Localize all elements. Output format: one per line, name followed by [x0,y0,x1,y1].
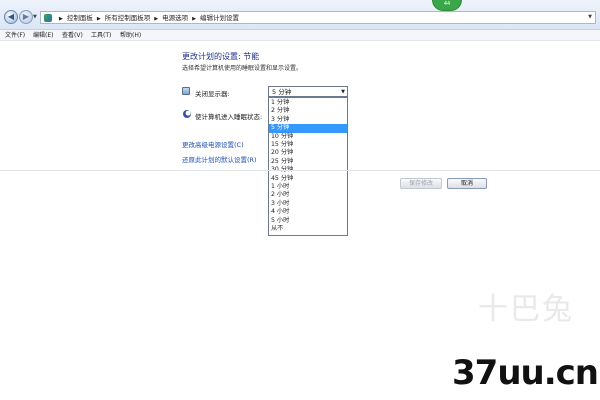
display-off-selected-value: 5 分钟 [272,88,292,96]
main-content: 更改计划的设置: 节能 选择希望计算机使用的睡眠设置和显示设置。 关闭显示器: … [0,41,600,400]
chevron-down-icon[interactable]: ▼ [341,89,345,95]
breadcrumb-separator[interactable]: ▶ [154,16,158,22]
menu-tools[interactable]: 工具(T) [91,31,111,40]
dropdown-option[interactable]: 10 分钟 [269,133,347,141]
advanced-power-settings-link[interactable]: 更改高级电源设置(C) [182,139,244,149]
breadcrumb-edit-plan[interactable]: 编辑计划设置 [200,14,239,22]
sleep-label: 使计算机进入睡眠状态: [195,113,263,121]
title-bar: ◀ ▶ ▼ ▶ 控制面板 ▶ 所有控制面板项 ▶ 电源选项 ▶ 编辑计划设置 ▼ 44 [0,0,600,30]
status-badge: 44 [432,0,462,11]
dropdown-option[interactable]: 从不 [269,225,347,233]
restore-defaults-link[interactable]: 还原此计划的默认设置(R) [182,154,257,164]
dropdown-option[interactable]: 45 分钟 [269,175,347,183]
menu-bar: 文件(F) 编辑(E) 查看(V) 工具(T) 帮助(H) [0,30,600,41]
menu-edit[interactable]: 编辑(E) [33,31,53,40]
forward-arrow-icon[interactable]: ▶ [19,10,33,24]
display-off-options-list: 1 分钟2 分钟3 分钟5 分钟10 分钟15 分钟20 分钟25 分钟30 分… [268,97,348,236]
menu-help[interactable]: 帮助(H) [120,31,141,40]
breadcrumb-separator[interactable]: ▶ [97,16,101,22]
breadcrumb-all-items[interactable]: 所有控制面板项 [105,14,151,22]
breadcrumb-separator[interactable]: ▶ [59,16,63,22]
control-panel-icon [44,14,52,22]
watermark-url: 37uu.cn [452,353,599,393]
save-changes-button[interactable]: 保存修改 [400,178,442,189]
address-dropdown-icon[interactable]: ▼ [588,14,592,20]
breadcrumb-control-panel[interactable]: 控制面板 [67,14,93,22]
monitor-icon [182,87,190,95]
page-title: 更改计划的设置: 节能 [182,52,260,61]
dropdown-option[interactable]: 5 分钟 [269,124,347,133]
breadcrumb-separator[interactable]: ▶ [192,16,196,22]
address-bar[interactable]: ▶ 控制面板 ▶ 所有控制面板项 ▶ 电源选项 ▶ 编辑计划设置 ▼ [40,11,596,24]
menu-view[interactable]: 查看(V) [62,31,83,40]
dropdown-option[interactable]: 3 分钟 [269,116,347,124]
recent-pages-chevron-icon[interactable]: ▼ [33,14,37,20]
watermark-brand: 十巴兔 [478,292,574,327]
dropdown-option[interactable]: 25 分钟 [269,158,347,166]
breadcrumb: ▶ 控制面板 ▶ 所有控制面板项 ▶ 电源选项 ▶ 编辑计划设置 [55,14,239,23]
dropdown-option[interactable]: 2 小时 [269,191,347,199]
dropdown-option[interactable]: 20 分钟 [269,149,347,157]
dropdown-option[interactable]: 4 小时 [269,208,347,216]
dropdown-option[interactable]: 2 分钟 [269,107,347,115]
dropdown-option[interactable]: 3 小时 [269,200,347,208]
cancel-button[interactable]: 取消 [447,178,487,189]
page-subtitle: 选择希望计算机使用的睡眠设置和显示设置。 [182,65,303,72]
sleep-moon-icon [183,110,191,118]
dropdown-option[interactable]: 5 小时 [269,217,347,225]
menu-file[interactable]: 文件(F) [5,31,25,40]
display-off-label: 关闭显示器: [195,90,230,98]
divider [0,170,600,171]
display-off-select[interactable]: 5 分钟 ▼ [268,86,348,97]
back-arrow-icon[interactable]: ◀ [4,10,18,24]
breadcrumb-power-options[interactable]: 电源选项 [162,14,188,22]
